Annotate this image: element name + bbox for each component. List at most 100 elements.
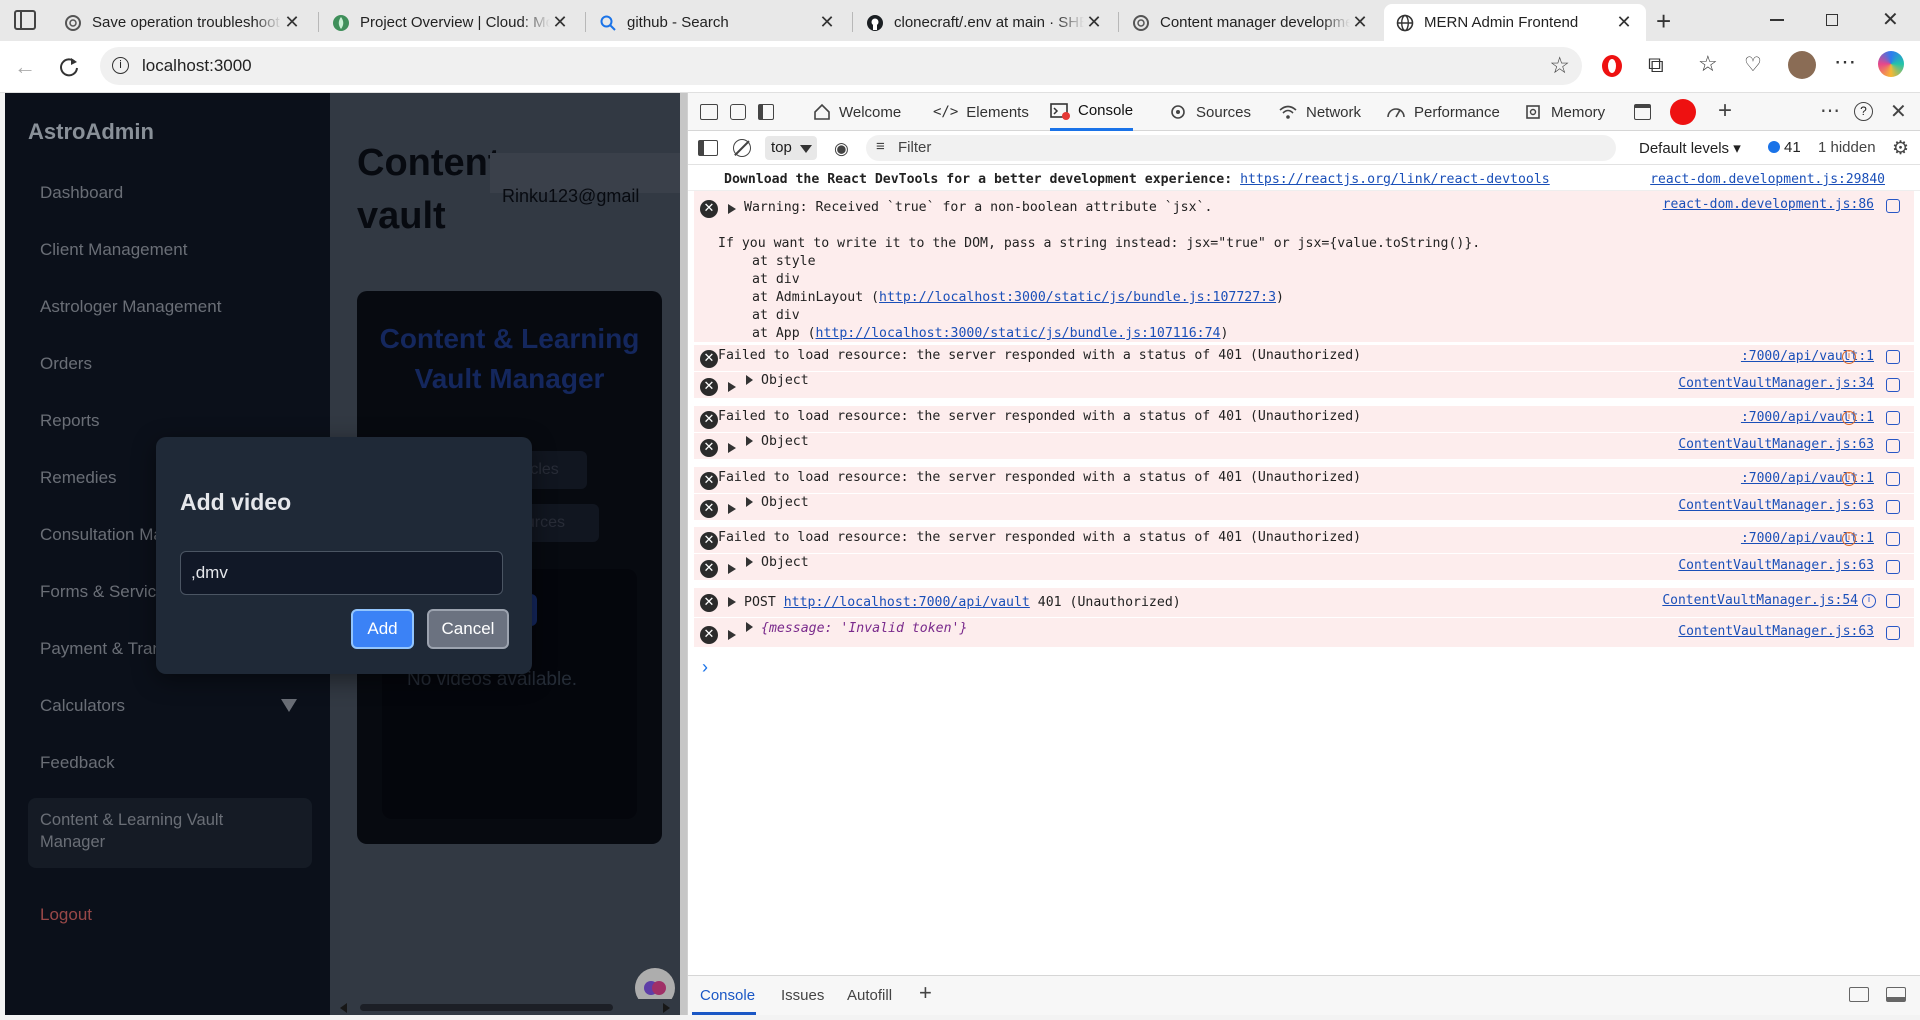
- expand-triangle-icon[interactable]: [728, 204, 736, 214]
- filter-input[interactable]: ≡ Filter: [866, 135, 1616, 161]
- tab-welcome[interactable]: Welcome: [813, 93, 901, 131]
- close-icon[interactable]: ✕: [1614, 12, 1634, 33]
- network-warning-icon[interactable]: i: [1842, 411, 1856, 425]
- browser-essentials-icon[interactable]: ♡: [1744, 52, 1762, 77]
- drawer-tab-issues[interactable]: Issues: [781, 987, 824, 1004]
- device-toolbar-icon[interactable]: [730, 104, 746, 120]
- devtools-close-icon[interactable]: ✕: [1890, 99, 1907, 124]
- extensions-puzzle-icon[interactable]: ⧉: [1648, 52, 1664, 78]
- add-button[interactable]: Add: [351, 609, 414, 649]
- close-icon[interactable]: ✕: [1350, 12, 1370, 33]
- copy-icon[interactable]: [1886, 411, 1900, 425]
- tab-network[interactable]: Network: [1278, 93, 1361, 131]
- context-selector[interactable]: top: [765, 136, 817, 160]
- browser-tab-5[interactable]: Content manager developme ✕: [1120, 4, 1382, 41]
- favorite-star-icon[interactable]: ☆: [1549, 52, 1570, 79]
- console-prompt-chevron-icon[interactable]: ›: [702, 657, 708, 678]
- profile-avatar[interactable]: [1788, 51, 1816, 79]
- copy-icon[interactable]: [1886, 472, 1900, 486]
- browser-tab-6-active[interactable]: MERN Admin Frontend ✕: [1384, 4, 1646, 41]
- log-levels-dropdown[interactable]: Default levels ▾: [1639, 139, 1741, 157]
- issues-count[interactable]: 41: [1784, 139, 1801, 156]
- expand-triangle-icon[interactable]: [728, 504, 736, 514]
- split-resizer[interactable]: [680, 93, 687, 1015]
- inspect-element-icon[interactable]: [700, 104, 718, 120]
- more-options-icon[interactable]: ⋯: [1834, 49, 1856, 75]
- live-expression-eye-icon[interactable]: ◉: [834, 139, 849, 159]
- copy-icon[interactable]: [1886, 594, 1900, 608]
- tab-elements[interactable]: </> Elements: [933, 93, 1029, 131]
- add-drawer-tab-plus-icon[interactable]: +: [919, 980, 932, 1006]
- copy-icon[interactable]: [1886, 560, 1900, 574]
- drawer-tab-console[interactable]: Console: [700, 987, 755, 1004]
- devtools-menu-icon[interactable]: ⋯: [1820, 98, 1840, 123]
- expand-triangle-icon[interactable]: [728, 630, 736, 640]
- favorites-icon[interactable]: ☆: [1698, 51, 1718, 77]
- reload-icon[interactable]: [58, 56, 80, 78]
- log-source[interactable]: ContentVaultManager.js:63: [1678, 558, 1874, 573]
- minimize-drawer-icon[interactable]: [1886, 987, 1906, 1002]
- copilot-icon[interactable]: [1878, 51, 1904, 77]
- undock-drawer-icon[interactable]: [1849, 987, 1869, 1002]
- close-icon[interactable]: ✕: [282, 12, 302, 33]
- network-warning-icon[interactable]: i: [1842, 532, 1856, 546]
- log-source[interactable]: react-dom.development.js:29840: [1650, 172, 1885, 187]
- close-icon[interactable]: ✕: [817, 12, 837, 33]
- stack-link[interactable]: http://localhost:3000/static/js/bundle.j…: [816, 326, 1221, 341]
- react-devtools-link[interactable]: https://reactjs.org/link/react-devtools: [1240, 172, 1550, 187]
- copy-icon[interactable]: [1886, 532, 1900, 546]
- copy-icon[interactable]: [1886, 439, 1900, 453]
- copy-icon[interactable]: [1886, 199, 1900, 213]
- browser-tab-1[interactable]: Save operation troubleshoot ✕: [52, 4, 314, 41]
- stack-link[interactable]: http://localhost:3000/static/js/bundle.j…: [879, 290, 1276, 305]
- log-source[interactable]: ContentVaultManager.js:63: [1678, 498, 1874, 513]
- expand-triangle-icon[interactable]: [728, 597, 736, 607]
- tab-memory[interactable]: Memory: [1523, 93, 1605, 131]
- log-source[interactable]: ContentVaultManager.js:54: [1662, 593, 1858, 608]
- video-url-input[interactable]: ,dmv: [180, 551, 503, 595]
- tab-actions-icon[interactable]: [14, 10, 36, 30]
- network-info-icon[interactable]: i: [1862, 594, 1876, 608]
- url-text[interactable]: localhost:3000: [142, 56, 252, 76]
- console-settings-gear-icon[interactable]: ⚙: [1892, 137, 1909, 160]
- browser-tab-3[interactable]: github - Search ✕: [587, 4, 849, 41]
- expand-triangle-icon[interactable]: [746, 436, 753, 446]
- close-icon[interactable]: ✕: [1084, 12, 1104, 33]
- browser-tab-4[interactable]: clonecraft/.env at main · SHE ✕: [854, 4, 1116, 41]
- opera-extension-icon[interactable]: [1602, 55, 1622, 77]
- address-bar[interactable]: i localhost:3000 ☆: [100, 47, 1582, 85]
- expand-triangle-icon[interactable]: [728, 564, 736, 574]
- expand-triangle-icon[interactable]: [746, 375, 753, 385]
- drawer-tab-autofill[interactable]: Autofill: [847, 987, 892, 1004]
- close-icon[interactable]: ✕: [550, 12, 570, 33]
- tab-sources[interactable]: Sources: [1168, 93, 1251, 131]
- application-panel-icon[interactable]: [1634, 104, 1651, 120]
- new-tab-plus-icon[interactable]: +: [1656, 6, 1671, 37]
- issues-badge-icon[interactable]: [1768, 141, 1780, 153]
- log-source[interactable]: ContentVaultManager.js:63: [1678, 437, 1874, 452]
- log-source[interactable]: ContentVaultManager.js:34: [1678, 376, 1874, 391]
- window-close-icon[interactable]: ✕: [1882, 7, 1899, 32]
- network-warning-icon[interactable]: i: [1842, 350, 1856, 364]
- cancel-button[interactable]: Cancel: [427, 609, 509, 649]
- minimize-icon[interactable]: [1770, 19, 1784, 21]
- post-url-link[interactable]: http://localhost:7000/api/vault: [784, 595, 1030, 610]
- tab-performance[interactable]: Performance: [1386, 93, 1500, 131]
- browser-tab-2[interactable]: Project Overview | Cloud: Mo ✕: [320, 4, 582, 41]
- copy-icon[interactable]: [1886, 350, 1900, 364]
- log-source[interactable]: ContentVaultManager.js:63: [1678, 624, 1874, 639]
- adblock-extension-icon[interactable]: [1670, 99, 1696, 125]
- copy-icon[interactable]: [1886, 378, 1900, 392]
- log-source[interactable]: react-dom.development.js:86: [1663, 197, 1874, 212]
- expand-triangle-icon[interactable]: [746, 497, 753, 507]
- copy-icon[interactable]: [1886, 500, 1900, 514]
- back-arrow-icon[interactable]: ←: [14, 54, 36, 80]
- network-warning-icon[interactable]: i: [1842, 472, 1856, 486]
- dock-side-icon[interactable]: [758, 104, 774, 120]
- sidebar-toggle-icon[interactable]: [698, 140, 718, 156]
- expand-triangle-icon[interactable]: [728, 443, 736, 453]
- expand-triangle-icon[interactable]: [746, 557, 753, 567]
- tab-console[interactable]: Console: [1050, 93, 1134, 131]
- expand-triangle-icon[interactable]: [728, 382, 736, 392]
- help-icon[interactable]: ?: [1854, 102, 1873, 121]
